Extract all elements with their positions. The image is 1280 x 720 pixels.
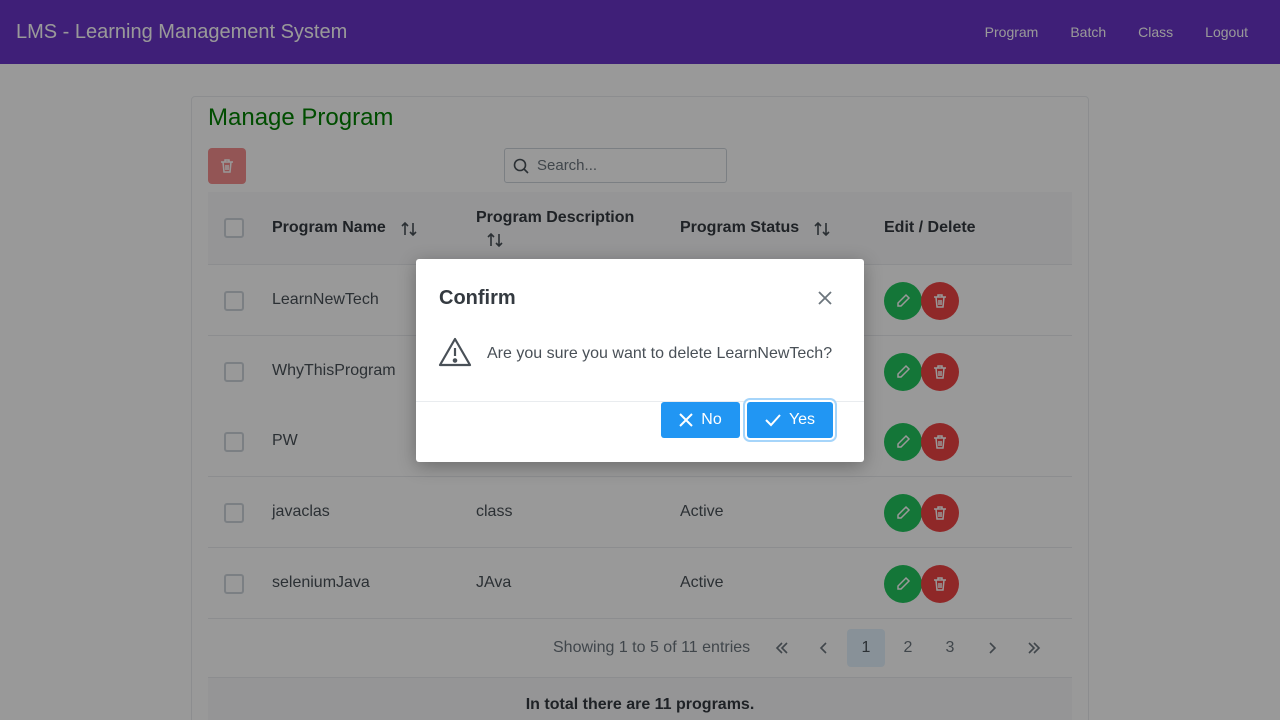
warning-icon bbox=[438, 337, 472, 367]
yes-button[interactable]: Yes bbox=[747, 402, 833, 438]
times-icon bbox=[679, 413, 693, 427]
dialog-close-button[interactable] bbox=[814, 287, 836, 309]
no-button-label: No bbox=[701, 411, 722, 428]
no-button[interactable]: No bbox=[661, 402, 740, 438]
confirm-dialog: Confirm Are you sure you want to delete … bbox=[416, 259, 864, 462]
dialog-title: Confirm bbox=[439, 287, 516, 309]
dialog-message: Are you sure you want to delete LearnNew… bbox=[487, 345, 833, 362]
yes-button-label: Yes bbox=[788, 411, 816, 428]
close-icon bbox=[818, 291, 832, 305]
check-icon bbox=[765, 414, 781, 427]
